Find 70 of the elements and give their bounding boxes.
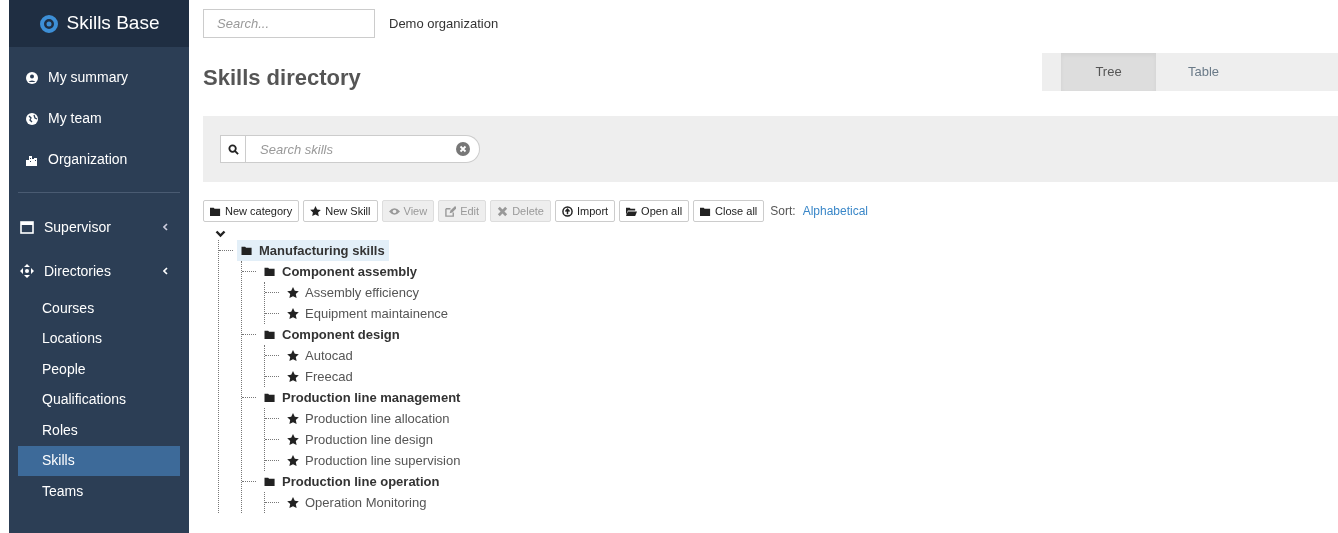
star-icon [310, 205, 322, 217]
skill-search-field[interactable]: Search skills [246, 135, 480, 163]
category-node[interactable]: Production line management [260, 387, 465, 408]
star-icon [287, 454, 299, 467]
nav-group[interactable]: Directories [18, 249, 180, 293]
folder-icon [264, 392, 276, 403]
folder-icon [210, 205, 221, 217]
folder-icon [264, 266, 276, 277]
sort-label: Sort: [770, 203, 796, 220]
brand-name: Skills Base [66, 11, 160, 36]
category-node[interactable]: Component design [260, 324, 404, 345]
star-icon [287, 307, 299, 320]
star-icon [287, 412, 299, 425]
folder-icon [264, 476, 276, 487]
nav-item[interactable]: Organization [18, 139, 180, 180]
nav-item[interactable]: Skills [18, 445, 180, 476]
toolbar-button[interactable]: New Skill [303, 200, 378, 222]
toolbar-button[interactable]: New category [203, 200, 300, 222]
skill-node[interactable]: Operation Monitoring [283, 492, 431, 513]
category-node[interactable]: Manufacturing skills [237, 240, 389, 261]
skill-node[interactable]: Assembly efficiency [283, 282, 423, 303]
skill-node[interactable]: Production line supervision [283, 450, 465, 471]
view-tab[interactable]: Tree [1061, 53, 1156, 91]
folder-icon [700, 205, 712, 217]
search-field[interactable]: Search... [203, 9, 375, 38]
view-tab[interactable]: Table [1156, 53, 1251, 91]
nav-item[interactable]: Roles [18, 415, 180, 446]
nav-item[interactable]: People [18, 354, 180, 385]
star-icon [287, 286, 299, 299]
category-node[interactable]: Component assembly [260, 261, 422, 282]
search-icon [227, 143, 239, 155]
folder-icon [241, 245, 253, 256]
calendar-icon [20, 220, 34, 234]
toolbar-button[interactable]: Open all [619, 200, 690, 222]
nav-item[interactable]: Courses [18, 293, 180, 324]
chevron-left-icon [163, 267, 168, 275]
nav-item[interactable]: Locations [18, 323, 180, 354]
collapse-icon[interactable] [215, 230, 226, 238]
buildings-icon [26, 153, 38, 166]
star-icon [287, 349, 299, 362]
nav-group[interactable]: Supervisor [18, 205, 180, 249]
chevron-left-icon [163, 223, 168, 231]
logo-icon [38, 13, 59, 34]
skill-node[interactable]: Autocad [283, 345, 357, 366]
skill-node[interactable]: Production line allocation [283, 408, 454, 429]
toolbar-button[interactable]: Import [554, 200, 616, 222]
organization-name: Demo organization [389, 14, 499, 33]
nav-item[interactable]: Teams [18, 476, 180, 507]
skill-node[interactable]: Production line design [283, 429, 437, 450]
eye-icon [388, 205, 400, 217]
user-icon [26, 71, 38, 84]
folder-icon [264, 329, 276, 340]
globe-icon [26, 112, 38, 125]
nav-item[interactable]: My summary [18, 57, 180, 98]
nav-item[interactable]: My team [18, 98, 180, 139]
toolbar-button[interactable]: Close all [693, 200, 765, 222]
star-icon [287, 496, 299, 509]
nav-item[interactable]: Qualifications [18, 384, 180, 415]
sort-link[interactable]: Alphabetical [802, 202, 868, 220]
upload-icon [561, 205, 573, 217]
category-node[interactable]: Production line operation [260, 471, 444, 492]
page-title: Skills directory [203, 64, 361, 92]
skill-node[interactable]: Freecad [283, 366, 357, 387]
edit-icon [445, 205, 457, 217]
diamond-arrows-icon [20, 264, 34, 278]
star-icon [287, 433, 299, 446]
star-icon [287, 370, 299, 383]
folder-open-icon [626, 205, 638, 217]
close-icon [497, 205, 509, 217]
skill-node[interactable]: Equipment maintainence [283, 303, 453, 324]
